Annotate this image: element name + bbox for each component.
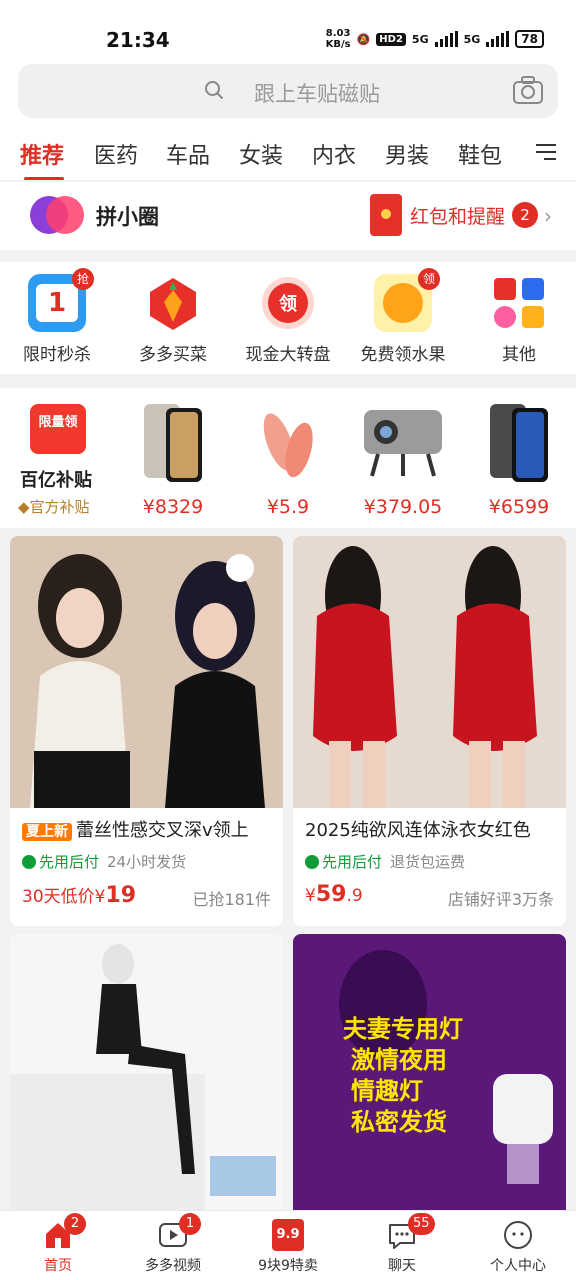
subsidy-product[interactable]: ¥5.9 — [233, 388, 343, 522]
shipping-label: 退货包运费 — [390, 853, 466, 871]
video-icon: 1 — [157, 1213, 201, 1251]
subsidy-price: ¥6599 — [488, 496, 550, 518]
product-card[interactable] — [10, 934, 283, 1210]
subsidy-row: 限量领 百亿补贴 ◆官方补贴 ¥8329 ¥5.9 ¥379.05 ¥6599 — [0, 388, 576, 522]
free-fruit-icon: 领 — [374, 268, 440, 332]
subsidy-product[interactable]: ¥6599 — [464, 388, 574, 522]
net-speed: 8.03 KB/s — [325, 28, 351, 50]
tab-9-9-sale[interactable]: 9.9 9块9特卖 — [238, 1219, 338, 1275]
search-bar[interactable]: 跟上车贴磁贴 — [18, 64, 558, 118]
search-icon — [205, 81, 224, 100]
tab-profile[interactable]: 个人中心 — [468, 1219, 568, 1275]
product-price: 30天低价¥19 — [22, 883, 137, 908]
subsidy-subtitle: ◆官方补贴 — [18, 498, 90, 516]
red-packet-icon — [370, 194, 402, 236]
product-title: 2025纯欲风连体泳衣女红色 — [305, 820, 531, 841]
pay-later-label: 先用后付 — [322, 853, 383, 871]
chat-icon: 55 — [386, 1213, 435, 1251]
new-tag: 夏上新 — [22, 823, 72, 841]
tab-shoes-bags[interactable]: 鞋包 — [458, 138, 502, 170]
product-image — [293, 536, 566, 808]
subsidy-product[interactable]: ¥8329 — [118, 388, 228, 522]
phone-product-image — [490, 404, 548, 482]
quick-cash-wheel[interactable]: 领 现金大转盘 — [233, 274, 343, 365]
mute-icon: 🔕 — [356, 32, 371, 46]
sold-count: 店铺好评3万条 — [447, 890, 554, 909]
product-card[interactable]: 夏上新 蕾丝性感交叉深v领上 先用后付 24小时发货 30天低价¥19 已抢181件 — [10, 536, 283, 926]
tab-home[interactable]: 2 首页 — [8, 1213, 108, 1275]
signal-icon-2 — [486, 31, 510, 47]
battery-icon: 78 — [515, 30, 544, 48]
phone-product-image — [144, 404, 202, 482]
camera-icon[interactable] — [512, 75, 544, 105]
quick-entries: 1 抢 限时秒杀 多多买菜 领 现金大转盘 领 免费领水果 其他 — [0, 262, 576, 372]
projector-product-image — [364, 410, 442, 477]
shipping-label: 24小时发货 — [107, 853, 187, 871]
profile-icon — [502, 1219, 534, 1251]
category-tabs: 推荐 医药 车品 女装 内衣 男装 鞋包 — [0, 128, 576, 181]
poster-text: 夫妻专用灯 激情夜用 情趣灯 私密发货 — [343, 1015, 463, 1136]
product-image — [10, 536, 283, 808]
product-image — [10, 934, 283, 1210]
tab-chat[interactable]: 55 聊天 — [352, 1213, 452, 1275]
status-icons: 8.03 KB/s 🔕 HD2 5G 5G 78 — [326, 28, 544, 50]
sold-count: 已抢181件 — [192, 890, 271, 909]
tab-underwear[interactable]: 内衣 — [312, 138, 356, 170]
bottom-tab-bar: 2 首页 1 多多视频 9.9 9块9特卖 55 聊天 个人中心 — [0, 1210, 576, 1280]
tab-women[interactable]: 女装 — [239, 138, 283, 170]
other-grid-icon — [490, 274, 548, 332]
status-time: 21:34 — [106, 28, 170, 52]
chevron-right-icon: › — [544, 204, 552, 228]
tab-men[interactable]: 男装 — [385, 138, 429, 170]
tab-video[interactable]: 1 多多视频 — [123, 1213, 223, 1275]
quick-free-fruit[interactable]: 领 免费领水果 — [348, 268, 458, 365]
tab-medicine[interactable]: 医药 — [94, 138, 138, 170]
nine-nine-icon: 9.9 — [272, 1219, 304, 1251]
product-card[interactable]: 夫妻专用灯 激情夜用 情趣灯 私密发货 — [293, 934, 566, 1210]
signal-icon — [434, 31, 458, 47]
subsidy-product[interactable]: ¥379.05 — [348, 388, 458, 522]
quick-flash-sale[interactable]: 1 抢 限时秒杀 — [2, 268, 112, 365]
subsidy-title: 百亿补贴 — [20, 470, 92, 491]
quick-other[interactable]: 其他 — [464, 274, 574, 365]
earplug-product-image — [263, 413, 313, 478]
red-packet-label[interactable]: 红包和提醒 — [410, 202, 505, 229]
product-card[interactable]: 2025纯欲风连体泳衣女红色 先用后付 退货包运费 ¥59.9 店铺好评3万条 — [293, 536, 566, 926]
product-price: ¥59.9 — [305, 882, 363, 907]
pinxiaoquan-row[interactable]: 拼小圈 红包和提醒 2 › — [0, 182, 576, 250]
cash-wheel-icon: 领 — [259, 274, 317, 332]
pay-later-icon — [305, 855, 319, 869]
divider — [0, 374, 576, 388]
hd-icon: HD2 — [376, 32, 406, 46]
svg-text:领: 领 — [279, 293, 297, 315]
flash-sale-icon: 1 抢 — [28, 268, 94, 332]
divider — [0, 250, 576, 262]
subsidy-entry[interactable]: 限量领 百亿补贴 ◆官方补贴 — [8, 388, 112, 522]
search-placeholder: 跟上车贴磁贴 — [254, 82, 380, 106]
pinxiaoquan-title: 拼小圈 — [96, 205, 159, 229]
pay-later-icon — [22, 855, 36, 869]
pay-later-label: 先用后付 — [39, 853, 100, 871]
pinxiaoquan-logo-icon — [30, 196, 84, 234]
product-title: 蕾丝性感交叉深v领上 — [76, 820, 249, 841]
home-icon: 2 — [42, 1213, 86, 1251]
quick-grocery[interactable]: 多多买菜 — [118, 274, 228, 365]
grocery-icon — [144, 274, 202, 332]
tab-car[interactable]: 车品 — [166, 138, 210, 170]
tab-recommend[interactable]: 推荐 — [20, 138, 64, 170]
subsidy-price: ¥8329 — [142, 496, 204, 518]
subsidy-price: ¥5.9 — [266, 496, 310, 518]
status-bar: 21:34 8.03 KB/s 🔕 HD2 5G 5G 78 — [0, 0, 576, 60]
red-packet-badge: 2 — [512, 202, 538, 228]
limited-coupon-icon: 限量领 — [30, 404, 86, 454]
subsidy-price: ¥379.05 — [363, 496, 443, 518]
menu-icon[interactable] — [536, 144, 556, 162]
diamond-icon: ◆ — [18, 498, 30, 516]
